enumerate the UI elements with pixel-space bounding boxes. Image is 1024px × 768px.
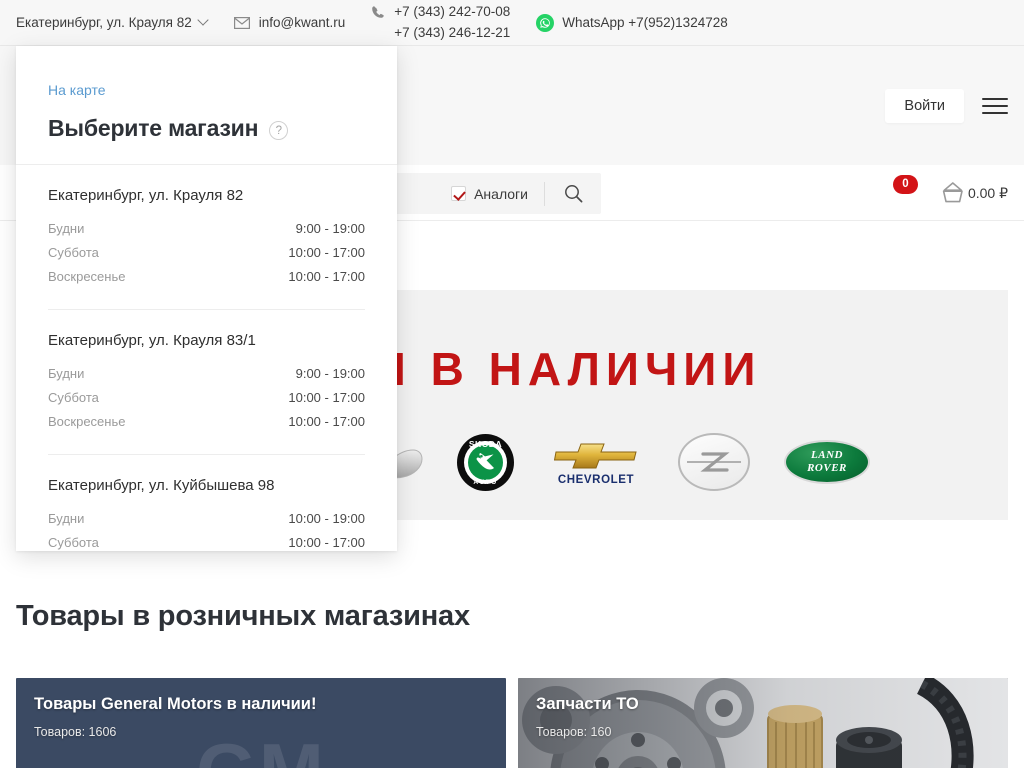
menu-burger-icon[interactable] <box>982 96 1008 116</box>
top-utility-bar: Екатеринбург, ул. Крауля 82 info@kwant.r… <box>0 0 1024 46</box>
store-picker-title-row: Выберите магазин ? <box>48 115 365 142</box>
store-picker-dropdown: На карте Выберите магазин ? Екатеринбург… <box>16 46 397 551</box>
store-name[interactable]: Екатеринбург, ул. Крауля 83/1 <box>48 332 365 349</box>
brand-logo-chevrolet: CHEVROLET <box>548 433 644 491</box>
landrover-wordmark-line1: LAND <box>811 449 843 461</box>
opel-icon <box>678 433 750 491</box>
card-product-count: Товаров: 160 <box>536 725 612 739</box>
analogs-label: Аналоги <box>474 185 528 202</box>
cart-basket-icon <box>938 180 968 206</box>
store-list-item[interactable]: Екатеринбург, ул. Крауля 83/1 Будни 9:00… <box>48 309 365 454</box>
section-title: Товары в розничных магазинах <box>16 600 470 632</box>
card-body: Запчасти ТО Товаров: 160 <box>536 695 639 739</box>
hours-day-label: Воскресенье <box>48 269 126 284</box>
store-picker-header: На карте Выберите магазин ? <box>16 46 397 165</box>
brand-logo-skoda: SKODA AUTO <box>457 433 514 491</box>
chevrolet-icon: CHEVROLET <box>548 433 644 491</box>
burger-line-3 <box>982 111 1008 114</box>
store-hours-row: Суббота 10:00 - 17:00 <box>48 241 365 265</box>
envelope-icon <box>233 16 250 29</box>
cart-count-badge: 0 <box>892 174 918 194</box>
card-service-parts[interactable]: Запчасти ТО Товаров: 160 <box>518 678 1008 768</box>
phone-numbers: +7 (343) 242-70-08 +7 (343) 246-12-21 <box>394 1 510 43</box>
landrover-icon: LAND ROVER <box>784 440 870 484</box>
store-list-item[interactable]: Екатеринбург, ул. Крауля 82 Будни 9:00 -… <box>48 165 365 309</box>
help-question-icon[interactable]: ? <box>269 121 289 140</box>
whatsapp-text: WhatsApp +7(952)1324728 <box>562 15 728 30</box>
hours-value: 10:00 - 17:00 <box>288 245 365 260</box>
store-hours-row: Будни 10:00 - 19:00 <box>48 507 365 531</box>
brand-logo-opel <box>678 433 750 491</box>
email-link[interactable]: info@kwant.ru <box>233 15 346 30</box>
login-button[interactable]: Войти <box>885 88 964 123</box>
store-list: Екатеринбург, ул. Крауля 82 Будни 9:00 -… <box>16 165 397 551</box>
hours-value: 10:00 - 17:00 <box>288 414 365 429</box>
burger-line-2 <box>982 104 1008 107</box>
hours-value: 10:00 - 17:00 <box>288 535 365 550</box>
hours-day-label: Будни <box>48 511 85 526</box>
landrover-wordmark-line2: ROVER <box>807 462 847 474</box>
hours-day-label: Воскресенье <box>48 414 126 429</box>
checkmark-icon <box>451 186 467 201</box>
phone-block: +7 (343) 242-70-08 +7 (343) 246-12-21 <box>371 2 510 43</box>
skoda-wordmark-top: SKODA <box>468 438 503 449</box>
city-selector-label: Екатеринбург, ул. Крауля 82 <box>16 15 192 30</box>
store-hours-row: Суббота 10:00 - 17:00 <box>48 531 365 551</box>
email-text: info@kwant.ru <box>258 15 346 30</box>
phone-number-2[interactable]: +7 (343) 246-12-21 <box>394 22 510 43</box>
hours-value: 10:00 - 17:00 <box>288 269 365 284</box>
cart-total-amount: 0.00 ₽ <box>967 184 1008 201</box>
whatsapp-link[interactable]: WhatsApp +7(952)1324728 <box>536 13 728 32</box>
search-submit-button[interactable] <box>545 173 601 214</box>
hours-value: 10:00 - 17:00 <box>288 390 365 405</box>
hours-day-label: Будни <box>48 221 85 236</box>
skoda-wordmark-bottom: AUTO <box>473 478 498 486</box>
chevron-down-icon <box>199 16 208 25</box>
store-hours-row: Воскресенье 10:00 - 17:00 <box>48 265 365 289</box>
brand-logo-landrover: LAND ROVER <box>784 440 870 484</box>
card-title: Запчасти ТО <box>536 695 639 713</box>
skoda-core <box>468 444 503 480</box>
card-body: Товары General Motors в наличии! Товаров… <box>34 695 316 739</box>
store-hours-row: Воскресенье 10:00 - 17:00 <box>48 410 365 434</box>
analogs-checkbox[interactable]: Аналоги <box>451 186 544 202</box>
phone-icon <box>371 5 385 19</box>
card-product-count: Товаров: 1606 <box>34 725 117 739</box>
hours-value: 10:00 - 19:00 <box>288 511 365 526</box>
hours-value: 9:00 - 19:00 <box>295 366 365 381</box>
hours-day-label: Будни <box>48 366 85 381</box>
whatsapp-icon <box>536 13 555 32</box>
cart-widget[interactable]: 0 0.00 ₽ <box>892 165 1008 221</box>
page-root: Екатеринбург, ул. Крауля 82 info@kwant.r… <box>0 0 1024 768</box>
city-selector[interactable]: Екатеринбург, ул. Крауля 82 <box>16 15 208 30</box>
hours-day-label: Суббота <box>48 535 99 550</box>
show-on-map-link[interactable]: На карте <box>48 82 106 98</box>
phone-number-1[interactable]: +7 (343) 242-70-08 <box>394 1 510 22</box>
skoda-icon: SKODA AUTO <box>457 433 514 491</box>
store-name[interactable]: Екатеринбург, ул. Крауля 82 <box>48 187 365 204</box>
card-general-motors[interactable]: Товары General Motors в наличии! Товаров… <box>16 678 506 768</box>
chevrolet-wordmark: CHEVROLET <box>557 474 635 486</box>
hours-day-label: Суббота <box>48 390 99 405</box>
card-title: Товары General Motors в наличии! <box>34 695 317 713</box>
retail-store-cards: Товары General Motors в наличии! Товаров… <box>16 678 1008 768</box>
store-list-item[interactable]: Екатеринбург, ул. Куйбышева 98 Будни 10:… <box>48 454 365 551</box>
store-hours-row: Суббота 10:00 - 17:00 <box>48 386 365 410</box>
store-picker-title: Выберите магазин <box>48 115 259 141</box>
hours-value: 9:00 - 19:00 <box>295 221 365 236</box>
store-hours-row: Будни 9:00 - 19:00 <box>48 217 365 241</box>
store-name[interactable]: Екатеринбург, ул. Куйбышева 98 <box>48 477 365 494</box>
store-hours-row: Будни 9:00 - 19:00 <box>48 362 365 386</box>
burger-line-1 <box>982 97 1008 100</box>
hours-day-label: Суббота <box>48 245 99 260</box>
search-icon <box>564 184 583 203</box>
